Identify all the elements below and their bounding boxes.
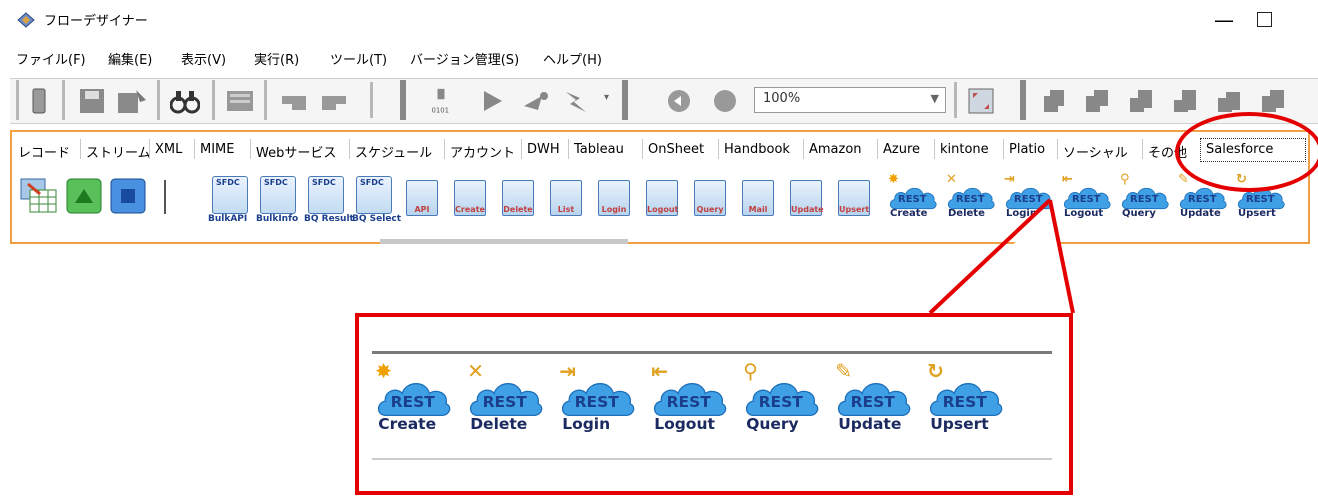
- rest-login-label: Login: [562, 414, 611, 433]
- rest-query-button[interactable]: ⚲ REST Query: [740, 359, 827, 449]
- rest-logout-button[interactable]: ⇤ REST Logout: [648, 359, 735, 449]
- zoom-toolbar-rule: [372, 351, 1052, 354]
- rest-badge-text: REST: [390, 393, 435, 411]
- rest-update-button[interactable]: ✎ REST Update: [832, 359, 919, 449]
- rest-create-label: Create: [378, 414, 437, 433]
- rest-create-button[interactable]: ✸ REST Create: [372, 359, 459, 449]
- rest-badge-text: REST: [942, 393, 987, 411]
- rest-query-label: Query: [746, 414, 799, 433]
- rest-upsert-button[interactable]: ↻ REST Upsert: [924, 359, 1011, 449]
- rest-login-button[interactable]: ⇥ REST Login: [556, 359, 643, 449]
- rest-delete-button[interactable]: ✕ REST Delete: [464, 359, 551, 449]
- rest-update-label: Update: [838, 414, 902, 433]
- rest-badge-text: REST: [482, 393, 527, 411]
- rest-badge-text: REST: [574, 393, 619, 411]
- rest-large-group: ✸ REST Create ✕ REST Delete ⇥ REST Login ⇤ REST Log…: [372, 359, 1052, 454]
- rest-badge-text: REST: [850, 393, 895, 411]
- rest-delete-label: Delete: [470, 414, 528, 433]
- rest-badge-text: REST: [758, 393, 803, 411]
- rest-logout-label: Logout: [654, 414, 715, 433]
- zoom-toolbar-rule-bottom: [372, 458, 1052, 460]
- rest-upsert-label: Upsert: [930, 414, 989, 433]
- rest-badge-text: REST: [666, 393, 711, 411]
- highlight-circle: [1175, 112, 1318, 192]
